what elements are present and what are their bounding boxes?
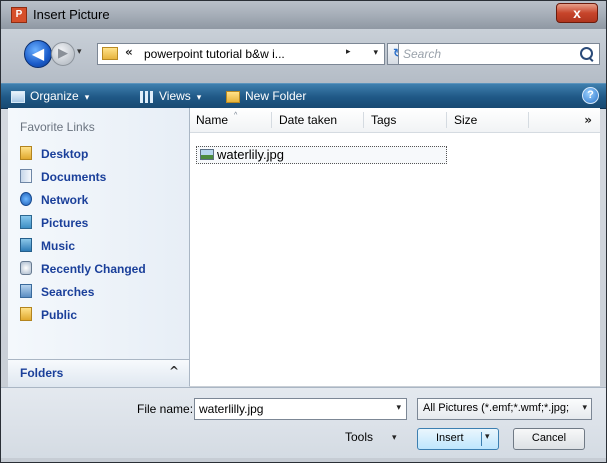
- searches-icon: [20, 284, 32, 298]
- column-divider[interactable]: [363, 112, 364, 128]
- organize-dropdown-icon: ▾: [84, 92, 90, 102]
- chevron-up-icon[interactable]: ^: [169, 364, 179, 378]
- views-button[interactable]: Views ▾: [140, 87, 201, 105]
- column-divider[interactable]: [271, 112, 272, 128]
- sort-ascending-icon: ^: [234, 112, 238, 119]
- nav-item-label: Pictures: [41, 216, 89, 230]
- history-dropdown-icon[interactable]: ▾: [77, 47, 87, 59]
- path-overflow[interactable]: «: [125, 45, 133, 59]
- nav-item-desktop[interactable]: Desktop: [20, 146, 146, 169]
- split-divider: [481, 432, 482, 446]
- file-type-dropdown-icon: ▾: [582, 403, 587, 413]
- nav-item-label: Network: [41, 193, 89, 207]
- insert-picture-dialog: P Insert Picture x ◀ ▶ ▾ « powerpoint tu…: [0, 0, 607, 463]
- recently-changed-icon: [20, 261, 32, 275]
- new-folder-icon: [226, 90, 240, 103]
- views-icon: [140, 90, 154, 103]
- file-name-input[interactable]: [199, 401, 379, 417]
- column-headers: Name ^ Date taken Tags Size »: [190, 108, 600, 133]
- insert-options-dropdown-icon[interactable]: ▾: [485, 432, 490, 442]
- nav-item-documents[interactable]: Documents: [20, 169, 146, 192]
- new-folder-button[interactable]: New Folder: [226, 87, 306, 105]
- public-folder-icon: [20, 307, 32, 321]
- column-divider[interactable]: [446, 112, 447, 128]
- window-title: Insert Picture: [33, 7, 110, 22]
- tools-button[interactable]: Tools: [345, 430, 373, 444]
- column-header-name[interactable]: Name ^: [196, 112, 237, 127]
- cancel-button[interactable]: Cancel: [513, 428, 585, 450]
- favorite-links-list: Desktop Documents Network Pictures Music…: [20, 146, 146, 330]
- nav-item-recently-changed[interactable]: Recently Changed: [20, 261, 146, 284]
- nav-item-label: Searches: [41, 285, 95, 299]
- file-item[interactable]: waterlily.jpg: [196, 146, 447, 164]
- address-row: ◀ ▶ ▾ « powerpoint tutorial b&w i... ▸ ▾…: [1, 29, 606, 83]
- folder-icon: [102, 47, 118, 60]
- network-icon: [20, 192, 32, 206]
- new-folder-label: New Folder: [245, 89, 307, 103]
- forward-button[interactable]: ▶: [51, 42, 75, 66]
- column-header-tags[interactable]: Tags: [371, 113, 396, 127]
- pictures-icon: [20, 215, 32, 229]
- organize-icon: [11, 90, 25, 103]
- image-file-icon: [200, 149, 214, 160]
- more-columns-icon[interactable]: »: [584, 113, 592, 127]
- folders-label: Folders: [20, 366, 64, 380]
- nav-item-label: Music: [41, 239, 76, 253]
- favorite-links-heading: Favorite Links: [20, 120, 95, 134]
- insert-label: Insert: [436, 432, 464, 444]
- nav-item-network[interactable]: Network: [20, 192, 146, 215]
- nav-item-music[interactable]: Music: [20, 238, 146, 261]
- views-dropdown-icon: ▾: [196, 92, 202, 102]
- file-name-dropdown-icon[interactable]: ▾: [396, 403, 401, 413]
- file-list-pane[interactable]: Name ^ Date taken Tags Size » waterlily.…: [190, 108, 600, 386]
- music-icon: [20, 238, 32, 252]
- file-name-combobox[interactable]: ▾: [194, 398, 407, 420]
- search-input[interactable]: [403, 46, 573, 62]
- desktop-folder-icon: [20, 146, 32, 160]
- powerpoint-app-icon: P: [11, 7, 27, 23]
- help-icon[interactable]: ?: [582, 87, 599, 104]
- search-box[interactable]: [398, 43, 600, 65]
- documents-icon: [20, 169, 32, 183]
- address-path[interactable]: powerpoint tutorial b&w i...: [144, 47, 285, 61]
- nav-item-public[interactable]: Public: [20, 307, 146, 330]
- file-type-value: All Pictures (*.emf;*.wmf;*.jpg;: [423, 402, 570, 414]
- views-label: Views: [159, 89, 191, 103]
- title-bar[interactable]: P Insert Picture x: [1, 1, 606, 30]
- dialog-footer: File name: ▾ All Pictures (*.emf;*.wmf;*…: [1, 387, 606, 458]
- search-icon[interactable]: [580, 47, 593, 60]
- nav-item-label: Public: [41, 308, 78, 322]
- file-name: waterlily.jpg: [217, 147, 284, 162]
- column-divider[interactable]: [528, 112, 529, 128]
- folders-toggle[interactable]: Folders ^: [8, 359, 189, 387]
- column-header-date-taken[interactable]: Date taken: [279, 113, 337, 127]
- close-button[interactable]: x: [556, 3, 598, 23]
- nav-item-label: Desktop: [41, 147, 89, 161]
- column-header-label: Name: [196, 113, 229, 127]
- nav-item-label: Documents: [41, 170, 107, 184]
- nav-item-label: Recently Changed: [41, 262, 146, 276]
- address-bar[interactable]: « powerpoint tutorial b&w i... ▸ ▾: [97, 43, 385, 65]
- insert-button[interactable]: Insert ▾: [417, 428, 499, 450]
- navigation-pane: Favorite Links Desktop Documents Network…: [8, 108, 190, 386]
- toolbar: Organize ▾ Views ▾ New Folder ?: [1, 83, 606, 109]
- file-name-label: File name:: [137, 402, 194, 416]
- organize-label: Organize: [30, 89, 79, 103]
- column-header-size[interactable]: Size: [454, 113, 477, 127]
- address-dropdown-icon[interactable]: ▾: [373, 48, 378, 58]
- nav-item-pictures[interactable]: Pictures: [20, 215, 146, 238]
- back-button[interactable]: ◀: [24, 40, 52, 68]
- tools-dropdown-icon[interactable]: ▾: [392, 433, 397, 443]
- nav-item-searches[interactable]: Searches: [20, 284, 146, 307]
- file-type-select[interactable]: All Pictures (*.emf;*.wmf;*.jpg; ▾: [417, 398, 592, 420]
- breadcrumb-arrow-icon[interactable]: ▸: [346, 47, 351, 57]
- organize-button[interactable]: Organize ▾: [11, 87, 89, 105]
